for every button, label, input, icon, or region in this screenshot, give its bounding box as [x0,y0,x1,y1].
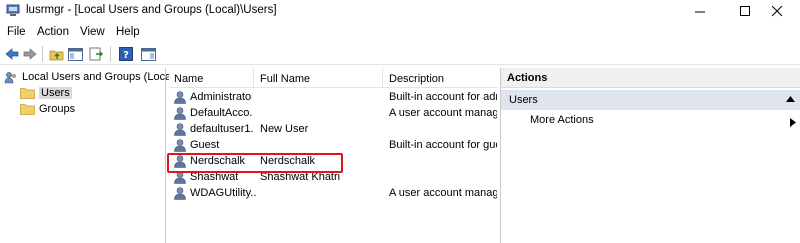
toolbar-separator [42,46,43,62]
show-hide-action-pane-button[interactable] [140,46,156,62]
users-list: Name Full Name Description Administrator… [169,68,497,243]
export-list-button[interactable] [88,46,104,62]
up-one-level-button[interactable] [48,46,64,62]
cell-name: WDAGUtility... [190,187,256,199]
cell-name: Guest [190,139,220,151]
user-icon [174,123,186,136]
user-icon [174,187,186,200]
cell-full-name: New User [260,123,309,135]
tree-item-label: Users [39,87,72,99]
cell-full-name: Shashwat Khatri [260,171,341,183]
user-icon [174,155,186,168]
folder-icon [20,88,35,99]
cell-name: DefaultAcco... [190,107,252,119]
show-tree-icon [67,47,83,61]
maximize-icon [740,5,750,16]
cell-name: Administrator [190,91,252,103]
minimize-icon [695,11,705,12]
tree-item-users[interactable]: Users [20,85,72,101]
table-row[interactable]: Guest Built-in account for gue [169,138,497,154]
cell-name: Nerdschalk [190,155,246,167]
minimize-button[interactable] [678,0,723,22]
tree-root-label: Local Users and Groups (Local) [22,71,178,83]
show-hide-tree-button[interactable] [67,46,83,62]
cell-full-name: Nerdschalk [260,155,316,167]
table-row[interactable]: Administrator Built-in account for adn [169,90,497,106]
cell-description: A user account manage [389,107,497,119]
toolbar-separator [110,46,111,62]
folder-icon [20,104,35,115]
table-row[interactable]: DefaultAcco... A user account manage [169,106,497,122]
help-icon: ? [119,47,133,61]
menu-action[interactable]: Action [37,26,69,38]
submenu-arrow-icon[interactable] [790,118,796,127]
action-pane-icon [140,47,156,61]
back-arrow-icon [5,48,19,60]
actions-section-label: Users [509,94,538,106]
toolbar: ? [0,43,800,65]
column-divider[interactable] [253,68,254,88]
forward-button[interactable] [22,46,38,62]
computer-management-icon [6,4,20,16]
menu-view[interactable]: View [80,26,105,38]
column-header-full-name[interactable]: Full Name [260,73,310,85]
cell-name: Shashwat [190,171,239,183]
users-groups-icon [4,71,16,83]
actions-pane: Actions Users More Actions [500,68,800,243]
user-icon [174,171,186,184]
cell-description: A user account manage [389,187,497,199]
column-header-description[interactable]: Description [389,73,444,85]
actions-title: Actions [507,72,548,84]
help-button[interactable]: ? [118,46,134,62]
action-more-actions[interactable]: More Actions [530,114,594,126]
title-bar: lusrmgr - [Local Users and Groups (Local… [0,0,800,22]
actions-section-users[interactable]: Users [501,90,800,110]
column-header-name[interactable]: Name [174,73,203,85]
user-icon [174,139,186,152]
list-header: Name Full Name Description [169,68,497,88]
close-button[interactable] [755,0,800,22]
menu-help[interactable]: Help [116,26,140,38]
cell-name: defaultuser1... [190,123,254,135]
close-icon [772,5,783,16]
back-button[interactable] [4,46,20,62]
svg-text:?: ? [123,50,129,61]
menu-file[interactable]: File [7,26,26,38]
console-tree: Local Users and Groups (Local) Users Gro… [0,68,177,243]
forward-arrow-icon [23,48,37,60]
user-icon [174,91,186,104]
tree-item-label: Groups [39,103,76,115]
export-list-icon [89,47,103,61]
cell-description: Built-in account for gue [389,139,497,151]
tree-root-local-users-and-groups[interactable]: Local Users and Groups (Local) [4,69,177,85]
up-folder-icon [49,50,63,60]
table-row[interactable]: defaultuser1... New User [169,122,497,138]
user-icon [174,107,186,120]
table-row[interactable]: WDAGUtility... A user account manage [169,186,497,202]
actions-header: Actions [501,68,800,88]
cell-description: Built-in account for adn [389,91,497,103]
window-title: lusrmgr - [Local Users and Groups (Local… [26,4,277,16]
column-divider[interactable] [382,68,383,88]
table-row[interactable]: Nerdschalk Nerdschalk [169,154,497,170]
menu-bar: File Action View Help [0,24,800,42]
collapse-up-icon[interactable] [786,96,795,102]
tree-item-groups[interactable]: Groups [20,101,75,117]
table-row[interactable]: Shashwat Shashwat Khatri [169,170,497,186]
